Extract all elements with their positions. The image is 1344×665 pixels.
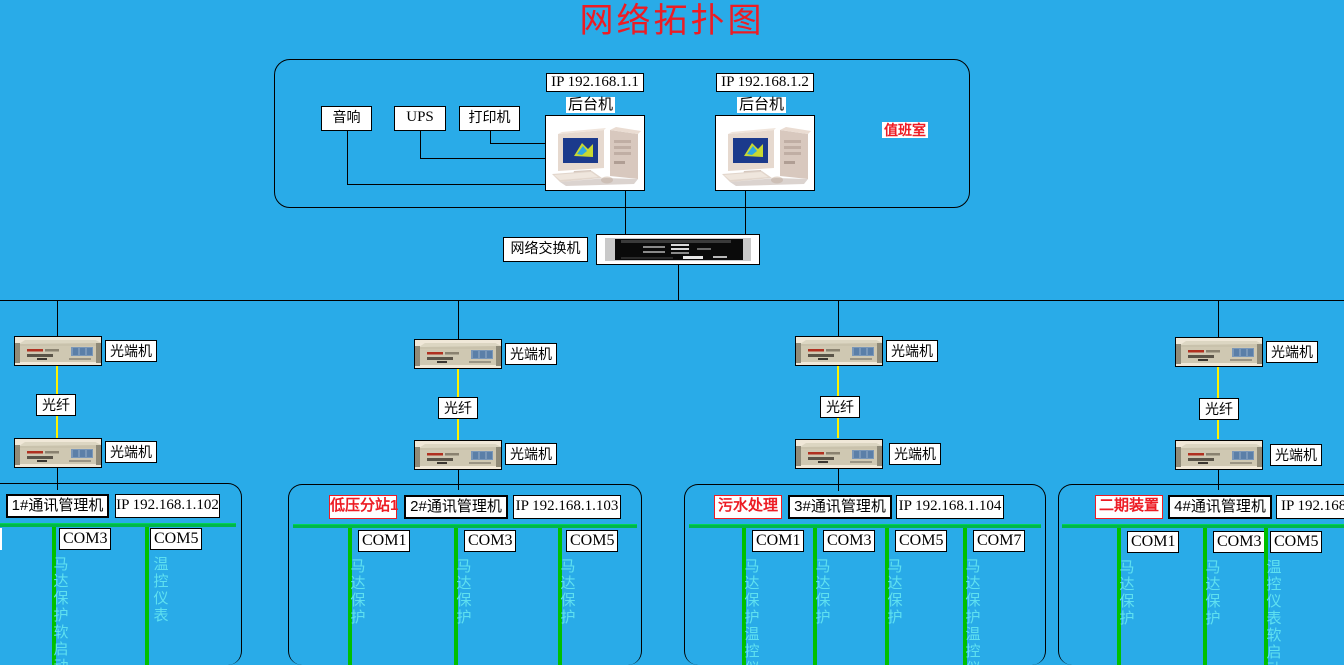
branch-1-port-1-com-label: COM3 — [59, 528, 112, 550]
branch-2-bottom-optical-terminal-icon[interactable] — [414, 440, 502, 470]
branch-2-top-terminal-label: 光端机 — [505, 343, 557, 365]
server-1-computer-icon[interactable] — [545, 115, 645, 191]
branch-2-port-2-com-label: COM5 — [566, 530, 619, 552]
branch-1-port-1-devices: 马达保护 软启动 — [53, 556, 69, 665]
branch-3-port-3-com-label: COM7 — [973, 530, 1026, 552]
branch-2-top-optical-terminal-icon[interactable] — [414, 339, 502, 369]
branch-4-top-terminal-label: 光端机 — [1266, 341, 1318, 363]
page-title: 网络拓扑图 — [579, 3, 765, 40]
control-room-label: 值班室 — [882, 122, 928, 138]
branch-3-bottom-terminal-label: 光端机 — [889, 443, 941, 465]
branch-1-bus-drop — [57, 300, 58, 338]
branch-2-port-1-com-label: COM3 — [464, 530, 517, 552]
server-1-ip-label: IP 192.168.1.1 — [546, 73, 644, 92]
server-2-computer-icon[interactable] — [715, 115, 815, 191]
branch-3-bus-drop — [838, 300, 839, 338]
branch-2-fiber-label: 光纤 — [438, 397, 478, 419]
branch-4-port-2-com-label: COM5 — [1270, 531, 1323, 553]
branch-3-port-3-devices: 马达保护温控仪 — [965, 558, 981, 665]
branch-3-port-1-devices: 马达保护 — [815, 558, 831, 626]
server-1-role-label: 后台机 — [566, 96, 616, 113]
server-2-switch-link — [745, 191, 746, 235]
branch-4-controller-label: 4#通讯管理机 — [1168, 495, 1272, 519]
branch-4-bottom-terminal-label: 光端机 — [1270, 444, 1322, 466]
branch-1-ip-label: IP 192.168.1.102 — [115, 494, 220, 518]
server-1-switch-link — [625, 191, 626, 235]
switch-label: 网络交换机 — [503, 237, 588, 262]
branch-3-bottom-optical-terminal-icon[interactable] — [795, 439, 883, 469]
branch-3-port-0-com-label: COM1 — [752, 530, 805, 552]
branch-4-top-optical-terminal-icon[interactable] — [1175, 337, 1263, 367]
audio-connector-hline — [347, 184, 545, 185]
printer-connector-hline — [490, 143, 545, 144]
branch-1-bottom-terminal-label: 光端机 — [105, 441, 157, 463]
branch-3-controller-label: 3#通讯管理机 — [788, 495, 892, 519]
ups-connector-vline — [420, 131, 421, 158]
branch-4-port-1-com-label: COM3 — [1213, 531, 1266, 553]
branch-2-bottom-terminal-label: 光端机 — [505, 443, 557, 465]
branch-1-port-0-com-label — [0, 528, 2, 550]
branch-3-station-name-label: 污水处理 — [714, 495, 782, 519]
branch-4-station-name-label: 二期装置 — [1095, 495, 1163, 519]
branch-2-port-0-devices: 马达保护 — [350, 558, 366, 626]
branch-2-ip-label: IP 192.168.1.103 — [513, 495, 621, 519]
branch-1-top-optical-terminal-icon[interactable] — [14, 336, 102, 366]
branch-1-fiber-label: 光纤 — [36, 394, 76, 416]
branch-4-ip-label: IP 192.168. — [1276, 495, 1344, 519]
branch-3-port-1-com-label: COM3 — [823, 530, 876, 552]
printer-connector-vline — [490, 131, 491, 143]
server-2-role-label: 后台机 — [737, 96, 787, 113]
branch-3-port-0-devices: 马达保护温控仪 — [744, 558, 760, 665]
branch-4-port-2-devices: 温控仪表软启动 — [1266, 559, 1282, 665]
branch-2-port-1-devices: 马达保护 — [456, 558, 472, 626]
branch-2-station-name-label: 低压分站1 — [329, 495, 398, 519]
branch-3-top-terminal-label: 光端机 — [886, 340, 938, 362]
branch-3-fiber-label: 光纤 — [820, 396, 860, 418]
branch-4-port-0-com-label: COM1 — [1127, 531, 1180, 553]
audio-connector-vline — [347, 131, 348, 184]
branch-1-top-terminal-label: 光端机 — [105, 340, 157, 362]
branch-4-fiber-label: 光纤 — [1199, 398, 1239, 420]
branch-4-bottom-optical-terminal-icon[interactable] — [1175, 440, 1263, 470]
branch-3-port-2-devices: 马达保护 — [887, 558, 903, 626]
audio-box[interactable]: 音响 — [321, 106, 372, 131]
branch-4-port-0-devices: 马达保护 — [1119, 559, 1135, 627]
branch-2-bus-drop — [458, 300, 459, 341]
branch-2-green-bus — [293, 524, 637, 528]
printer-box[interactable]: 打印机 — [459, 106, 520, 131]
branch-2-port-0-com-label: COM1 — [358, 530, 411, 552]
network-topology-diagram: 网络拓扑图 值班室 音响 UPS 打印机 IP 192.168.1.1 后台机 — [0, 0, 1344, 665]
rack-switch-icon[interactable] — [596, 234, 760, 265]
branch-1-green-bus — [0, 523, 236, 527]
branch-1-bottom-optical-terminal-icon[interactable] — [14, 438, 102, 468]
branch-3-top-optical-terminal-icon[interactable] — [795, 336, 883, 366]
branch-2-controller-label: 2#通讯管理机 — [404, 495, 508, 519]
ups-connector-hline — [420, 158, 545, 159]
branch-1-controller-label: 1#通讯管理机 — [6, 494, 109, 518]
branch-1-port-2-com-label: COM5 — [150, 528, 203, 550]
server-2-ip-label: IP 192.168.1.2 — [716, 73, 814, 92]
branch-4-bus-drop — [1218, 300, 1219, 338]
ups-box[interactable]: UPS — [394, 106, 446, 131]
branch-3-ip-label: IP 192.168.1.104 — [896, 495, 1004, 519]
main-bus-line — [0, 300, 1344, 301]
branch-3-port-2-com-label: COM5 — [895, 530, 948, 552]
switch-bus-drop — [678, 265, 679, 301]
branch-1-port-2-drop — [145, 527, 149, 665]
branch-4-port-1-devices: 马达保护 — [1205, 559, 1221, 627]
branch-1-port-2-devices: 温控仪表 — [153, 556, 169, 624]
branch-2-port-2-devices: 马达保护 — [560, 558, 576, 626]
